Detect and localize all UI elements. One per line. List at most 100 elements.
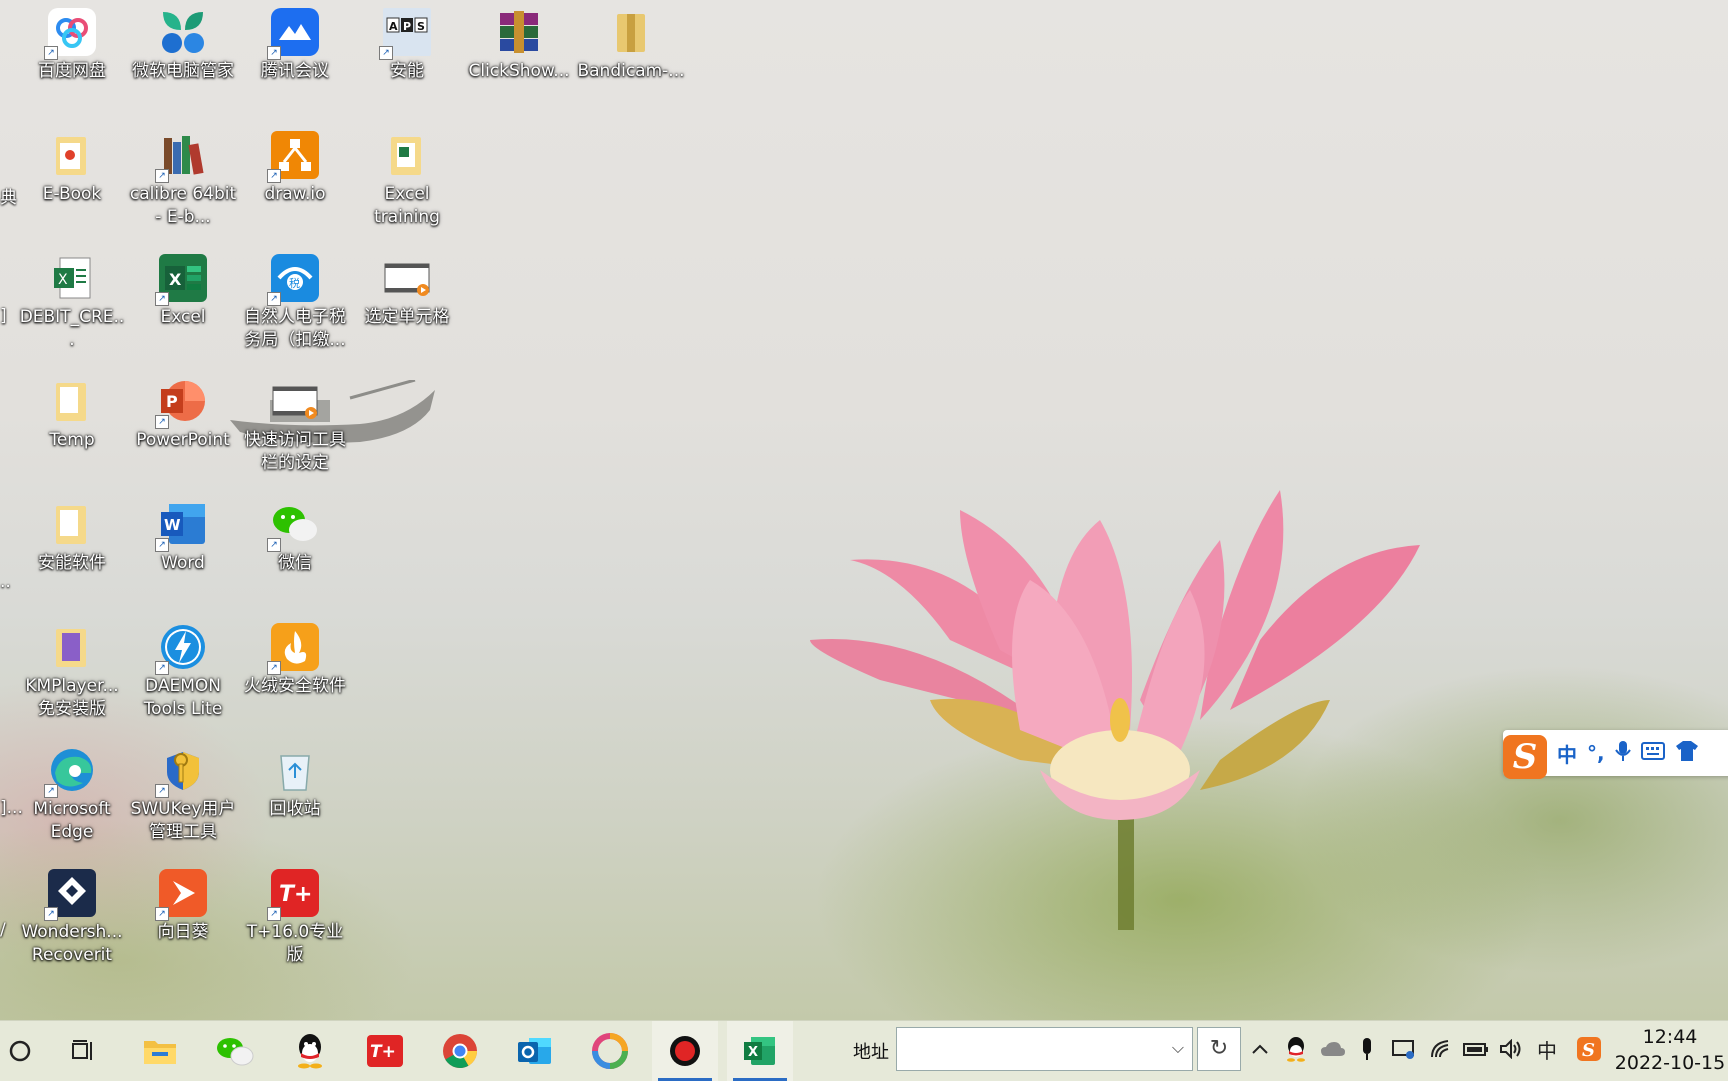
desktop-icon-daemon-tools[interactable]: ↗ DAEMON Tools Lite: [128, 615, 238, 721]
excel-file-icon: X: [48, 254, 96, 302]
desktop-icon-tplus[interactable]: T+ ↗ T+16.0专业版: [240, 861, 350, 967]
cut-icon-label: ..: [0, 572, 11, 592]
cut-icon-label: ]: [0, 306, 7, 326]
volume-speaker-icon[interactable]: [1498, 1034, 1524, 1064]
tplus-icon: T+ ↗: [267, 869, 319, 921]
folder-icon: [48, 500, 96, 548]
winrar-archive-icon: [495, 8, 543, 56]
desktop-icon-ebook[interactable]: E-Book: [17, 123, 127, 206]
desktop-icon-baidu-netdisk[interactable]: ↗ 百度网盘: [17, 0, 127, 83]
desktop-icon-temp[interactable]: Temp: [17, 369, 127, 452]
desktop-icon-label: 腾讯会议: [261, 61, 329, 81]
address-refresh-button[interactable]: ↻: [1197, 1027, 1241, 1071]
taskbar-chrome[interactable]: [427, 1021, 493, 1081]
onedrive-cloud-icon[interactable]: [1318, 1034, 1348, 1064]
desktop-icon-sunflower[interactable]: ↗ 向日葵: [128, 861, 238, 944]
ime-mode-toggle[interactable]: 中: [1557, 739, 1577, 768]
keyboard-icon[interactable]: [1640, 741, 1665, 765]
desktop-icon-anneng[interactable]: APS ↗ 安能: [352, 0, 462, 83]
desktop-icon-label: draw.io: [264, 184, 326, 204]
svg-text:P: P: [166, 392, 178, 411]
desktop-icon-label: 快速访问工具栏的设定: [244, 430, 346, 473]
desktop-icon-label: DEBIT_CRE...: [19, 307, 125, 350]
desktop-icon-label: Bandicam-...: [577, 61, 685, 81]
desktop-icon-kmplayer[interactable]: KMPlayer... 免安装版: [17, 615, 127, 721]
desktop-icon-clickshow[interactable]: ClickShow...: [464, 0, 574, 83]
desktop-icon-word[interactable]: W ↗ Word: [128, 492, 238, 575]
wifi-icon[interactable]: [1428, 1034, 1454, 1064]
svg-text:X: X: [748, 1045, 758, 1060]
desktop-icon-wechat[interactable]: ↗ 微信: [240, 492, 350, 575]
taskbar-file-explorer[interactable]: [127, 1021, 193, 1081]
taskbar-excel[interactable]: X: [727, 1021, 793, 1081]
tencent-meeting-icon: ↗: [267, 8, 319, 60]
desktop-icon-anneng-software[interactable]: 安能软件: [17, 492, 127, 575]
wallpaper-lotus: [810, 490, 1420, 930]
sogou-logo-icon[interactable]: S: [1503, 735, 1547, 779]
desktop-icon-label: 火绒安全软件: [244, 676, 346, 696]
desktop-icon-excel[interactable]: X ↗ Excel: [128, 246, 238, 329]
desktop-icon-drawio[interactable]: ↗ draw.io: [240, 123, 350, 206]
address-dropdown-chevron-icon[interactable]: ⌵: [1172, 1038, 1184, 1058]
taskbar-tplus[interactable]: T+: [352, 1021, 418, 1081]
cut-icon-label: /: [0, 920, 6, 940]
desktop-icon-select-cell-video[interactable]: 选定单元格: [352, 246, 462, 329]
folder-icon: [48, 131, 96, 179]
desktop-icon-label: Word: [161, 553, 205, 573]
network-connection-icon[interactable]: [1390, 1034, 1418, 1064]
microphone-icon[interactable]: [1614, 740, 1631, 767]
taskbar-clock[interactable]: 12:44 2022-10-15: [1612, 1024, 1728, 1076]
desktop-icon-label: Microsoft Edge: [33, 799, 111, 842]
desktop-icon-label: 自然人电子税务局（扣缴...: [244, 307, 346, 350]
desktop-icon-bandicam[interactable]: Bandicam-...: [576, 0, 686, 83]
desktop-icon-label: 选定单元格: [364, 307, 450, 327]
clock-time: 12:44: [1642, 1026, 1698, 1048]
desktop-icon-label: 安能软件: [38, 553, 106, 573]
taskbar-qq[interactable]: [277, 1021, 343, 1081]
svg-text:S: S: [417, 20, 425, 33]
show-hidden-icons-chevron-icon[interactable]: [1248, 1034, 1272, 1064]
desktop-icon-microsoft-edge[interactable]: ↗ Microsoft Edge: [17, 738, 127, 844]
desktop-icon-powerpoint[interactable]: P ↗ PowerPoint: [128, 369, 238, 452]
taskbar-recorder[interactable]: [652, 1021, 718, 1081]
address-toolbar-box[interactable]: ⌵: [896, 1027, 1193, 1071]
desktop-icon-label: KMPlayer... 免安装版: [25, 676, 119, 719]
desktop-icon-huorong[interactable]: ↗ 火绒安全软件: [240, 615, 350, 698]
taskbar-wechat[interactable]: [202, 1021, 268, 1081]
desktop-icon-quick-access-video[interactable]: 快速访问工具栏的设定: [240, 369, 350, 475]
microphone-icon[interactable]: [1356, 1034, 1378, 1064]
cortana-search-button[interactable]: [0, 1021, 40, 1081]
excel-icon: X ↗: [155, 254, 207, 306]
svg-text:T+: T+: [279, 882, 312, 907]
ime-toolbar[interactable]: S 中 °,: [1503, 730, 1728, 779]
task-view-button[interactable]: [50, 1021, 116, 1081]
skin-shirt-icon[interactable]: [1675, 740, 1699, 767]
desktop-icon-wondershare-recoverit[interactable]: ↗ Wondersh... Recoverit: [17, 861, 127, 967]
desktop-icon-label: T+16.0专业版: [246, 922, 344, 965]
baidu-netdisk-icon: ↗: [44, 8, 96, 60]
desktop-icon-label: Excel: [160, 307, 206, 327]
aps-icon: APS ↗: [379, 8, 431, 60]
desktop-icon-pc-manager[interactable]: 微软电脑管家: [128, 0, 238, 83]
ime-punctuation-toggle[interactable]: °,: [1587, 741, 1605, 765]
desktop-icon-tax-bureau[interactable]: 税 ↗ 自然人电子税务局（扣缴...: [240, 246, 350, 352]
input-language-indicator[interactable]: 中: [1534, 1034, 1560, 1064]
desktop-icon-label: 向日葵: [157, 922, 209, 942]
desktop-icon-label: 安能: [390, 61, 424, 81]
taskbar-outlook[interactable]: [502, 1021, 568, 1081]
pc-manager-icon: [159, 8, 207, 56]
battery-icon[interactable]: [1462, 1034, 1490, 1064]
taskbar-photos-app[interactable]: [577, 1021, 643, 1081]
desktop-icon-excel-training[interactable]: Excel training: [352, 123, 462, 229]
desktop-icon-tencent-meeting[interactable]: ↗ 腾讯会议: [240, 0, 350, 83]
desktop-icon-recycle-bin[interactable]: 回收站: [240, 738, 350, 821]
desktop-icon-label: calibre 64bit - E-b...: [129, 184, 237, 227]
tray-qq-icon[interactable]: [1282, 1034, 1310, 1064]
desktop-icon-label: E-Book: [42, 184, 102, 204]
desktop-icon-swukey[interactable]: ↗ SWUKey用户管理工具: [128, 738, 238, 844]
desktop-icon-calibre[interactable]: ↗ calibre 64bit - E-b...: [128, 123, 238, 229]
address-input[interactable]: [901, 1032, 1155, 1068]
video-file-icon: [271, 377, 319, 425]
sogou-ime-tray-icon[interactable]: S: [1574, 1034, 1604, 1064]
desktop-icon-debit-file[interactable]: X DEBIT_CRE...: [17, 246, 127, 352]
